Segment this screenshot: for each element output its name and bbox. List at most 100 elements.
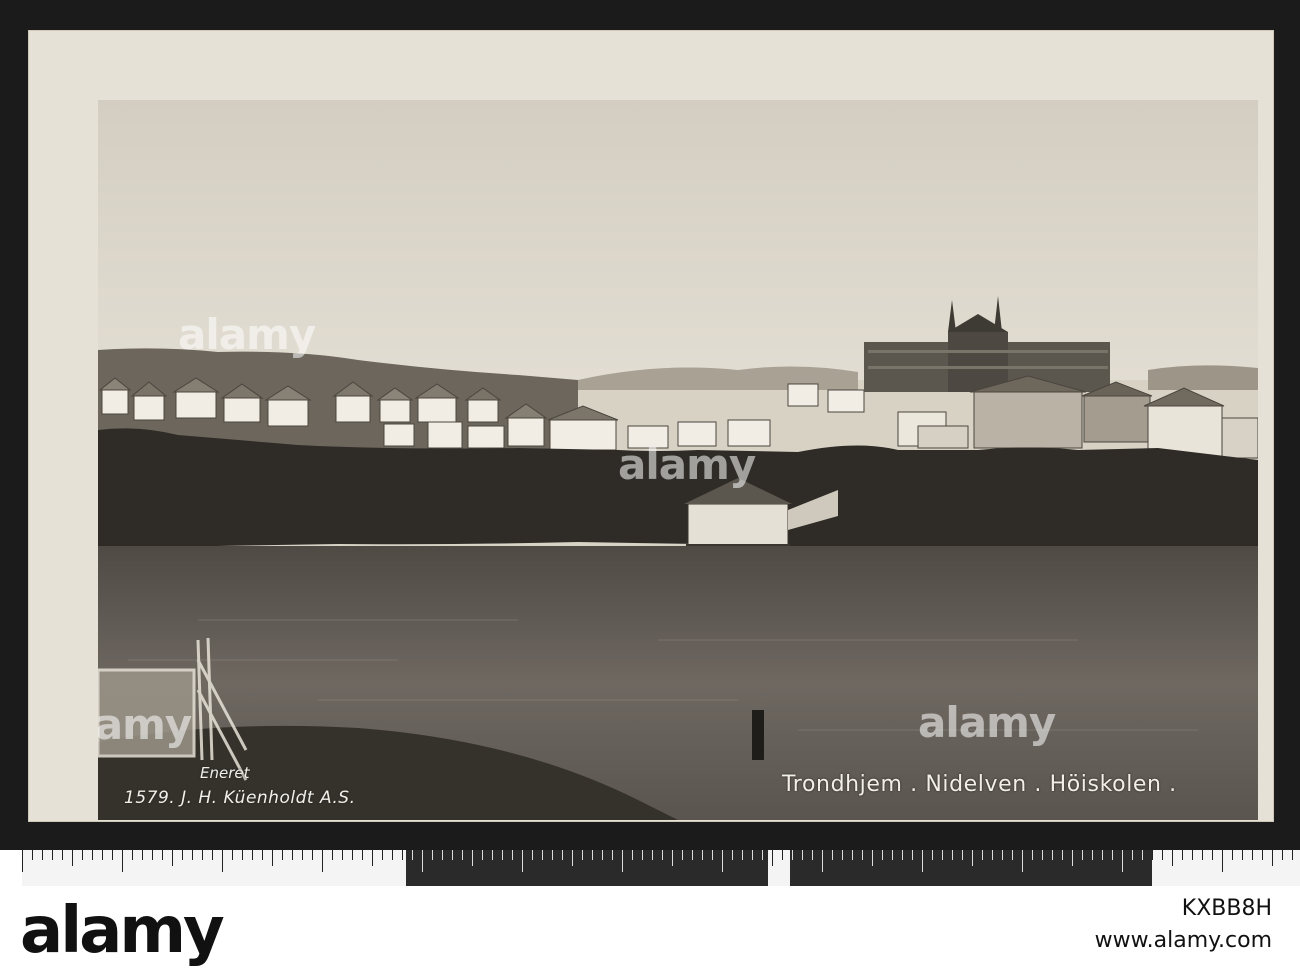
ruler-tick bbox=[212, 850, 213, 860]
ruler-tick bbox=[252, 850, 253, 860]
ruler-tick bbox=[692, 850, 693, 860]
ruler-tick bbox=[232, 850, 233, 860]
ruler-tick bbox=[422, 850, 423, 872]
ruler-tick bbox=[1272, 850, 1273, 866]
ruler-tick bbox=[522, 850, 523, 872]
ruler-tick bbox=[392, 850, 393, 860]
ruler-tick bbox=[152, 850, 153, 860]
ruler-tick bbox=[1242, 850, 1243, 860]
ruler-tick bbox=[352, 850, 353, 860]
ruler-tick bbox=[952, 850, 953, 860]
ruler-tick bbox=[1152, 850, 1153, 860]
ruler-tick bbox=[1182, 850, 1183, 860]
ruler-tick bbox=[812, 850, 813, 860]
ruler-tick bbox=[842, 850, 843, 860]
ruler-tick bbox=[172, 850, 173, 866]
ruler-tick bbox=[732, 850, 733, 860]
ruler-tick bbox=[82, 850, 83, 860]
ruler-tick bbox=[852, 850, 853, 860]
image-id: KXBB8H bbox=[1181, 896, 1272, 921]
ruler-tick bbox=[162, 850, 163, 860]
ruler-tick bbox=[992, 850, 993, 860]
ruler-tick bbox=[1142, 850, 1143, 860]
ruler-tick bbox=[62, 850, 63, 860]
caption-title: Trondhjem . Nidelven . Höiskolen . bbox=[782, 772, 1177, 797]
ruler-tick bbox=[22, 850, 23, 872]
ruler-tick bbox=[142, 850, 143, 860]
ruler-tick bbox=[552, 850, 553, 860]
ruler-tick bbox=[592, 850, 593, 860]
ruler-tick bbox=[1162, 850, 1163, 860]
ruler-tick bbox=[452, 850, 453, 860]
ruler-tick bbox=[662, 850, 663, 860]
ruler-tick bbox=[462, 850, 463, 860]
ruler-tick bbox=[1092, 850, 1093, 860]
scale-ruler bbox=[22, 850, 1300, 886]
ruler-tick bbox=[972, 850, 973, 866]
ruler-tick bbox=[1172, 850, 1173, 866]
ruler-tick bbox=[672, 850, 673, 866]
ruler-tick bbox=[982, 850, 983, 860]
ruler-tick bbox=[762, 850, 763, 860]
ruler-tick bbox=[922, 850, 923, 872]
ruler-tick bbox=[432, 850, 433, 860]
ruler-tick bbox=[872, 850, 873, 866]
ruler-tick bbox=[1032, 850, 1033, 860]
ruler-tick bbox=[372, 850, 373, 866]
watermark-1: alamy bbox=[178, 310, 316, 359]
ruler-tick bbox=[32, 850, 33, 860]
ruler-tick bbox=[42, 850, 43, 860]
ruler-tick bbox=[182, 850, 183, 860]
ruler-tick bbox=[102, 850, 103, 860]
ruler-tick bbox=[1022, 850, 1023, 872]
watermark-2: alamy bbox=[618, 440, 756, 489]
ruler-tick bbox=[1012, 850, 1013, 860]
ruler-tick bbox=[1072, 850, 1073, 866]
ruler-tick bbox=[322, 850, 323, 872]
ruler-tick bbox=[622, 850, 623, 872]
ruler-tick bbox=[1132, 850, 1133, 860]
ruler-tick bbox=[702, 850, 703, 860]
ruler-tick bbox=[1192, 850, 1193, 860]
ruler-tick bbox=[1222, 850, 1223, 872]
ruler-tick bbox=[272, 850, 273, 866]
ruler-tick bbox=[642, 850, 643, 860]
ruler-tick bbox=[1042, 850, 1043, 860]
ruler-dark-segment bbox=[406, 850, 768, 886]
ruler-tick bbox=[1212, 850, 1213, 860]
ruler-tick bbox=[282, 850, 283, 860]
ruler-tick bbox=[472, 850, 473, 866]
ruler-tick bbox=[1282, 850, 1283, 860]
ruler-tick bbox=[412, 850, 413, 860]
ruler-tick bbox=[682, 850, 683, 860]
ruler-tick bbox=[602, 850, 603, 860]
ruler-tick bbox=[632, 850, 633, 860]
ruler-tick bbox=[502, 850, 503, 860]
ruler-tick bbox=[72, 850, 73, 866]
ruler-tick bbox=[862, 850, 863, 860]
ruler-tick bbox=[1292, 850, 1293, 860]
ruler-tick bbox=[342, 850, 343, 860]
ruler-tick bbox=[832, 850, 833, 860]
ruler-tick bbox=[112, 850, 113, 860]
ruler-tick bbox=[482, 850, 483, 860]
ruler-tick bbox=[742, 850, 743, 860]
ruler-tick bbox=[122, 850, 123, 872]
ruler-tick bbox=[1082, 850, 1083, 860]
ruler-tick bbox=[512, 850, 513, 860]
ruler-tick bbox=[332, 850, 333, 860]
ruler-tick bbox=[92, 850, 93, 860]
ruler-tick bbox=[1112, 850, 1113, 860]
site-url: www.alamy.com bbox=[1094, 928, 1272, 953]
ruler-tick bbox=[262, 850, 263, 860]
watermark-3: alamy bbox=[918, 698, 1056, 747]
stock-banner: alamy KXBB8H www.alamy.com bbox=[0, 886, 1300, 974]
ruler-tick bbox=[492, 850, 493, 860]
postcard-photo: Eneret 1579. J. H. Küenholdt A.S. Trondh… bbox=[98, 100, 1258, 820]
ruler-tick bbox=[242, 850, 243, 860]
brand-logo: alamy bbox=[20, 894, 225, 968]
ruler-tick bbox=[772, 850, 773, 866]
ruler-tick bbox=[1102, 850, 1103, 860]
ruler-tick bbox=[1122, 850, 1123, 872]
ruler-tick bbox=[292, 850, 293, 860]
